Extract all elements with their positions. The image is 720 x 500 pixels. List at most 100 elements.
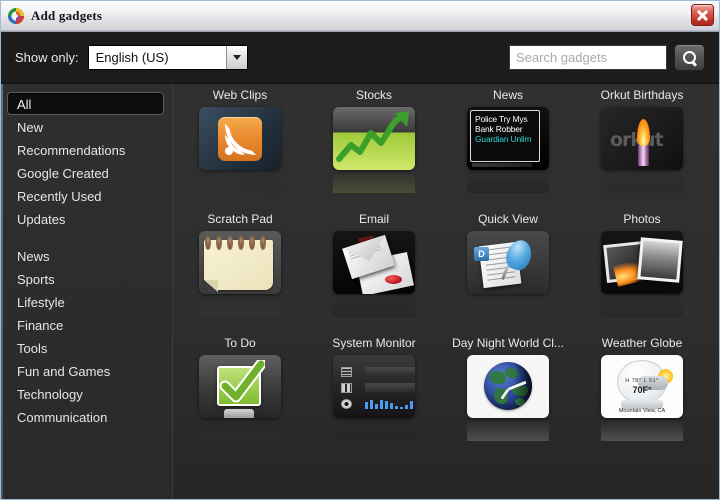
- sidebar-item-updates[interactable]: Updates: [7, 207, 164, 230]
- thumbnail-reflection: [467, 295, 549, 317]
- gadget-title: Photos: [623, 212, 661, 226]
- gadget-card-photos[interactable]: Photos: [575, 212, 709, 336]
- gadget-thumbnail-holder: [199, 231, 281, 317]
- sidebar-item-news[interactable]: News: [7, 244, 164, 267]
- gadget-title: Day Night World Cl...: [452, 336, 564, 350]
- gadget-thumbnail-orkut-birthdays: orkut: [601, 107, 683, 170]
- sidebar-item-recently-used[interactable]: Recently Used: [7, 184, 164, 207]
- gadget-thumbnail-holder: [601, 231, 683, 317]
- gadget-card-quick-view[interactable]: Quick View D: [441, 212, 575, 336]
- gadget-grid: Web Clips Stocks News Police Try Mys Ban…: [173, 84, 719, 499]
- gadget-thumbnail-system-monitor: [333, 355, 415, 418]
- sidebar-item-communication[interactable]: Communication: [7, 405, 164, 428]
- sidebar-item-fun-and-games[interactable]: Fun and Games: [7, 359, 164, 382]
- gadget-title: Quick View: [478, 212, 538, 226]
- news-source: Guardian Unlim: [475, 134, 532, 144]
- sidebar-item-label: News: [17, 249, 50, 264]
- sidebar-item-label: Lifestyle: [17, 295, 65, 310]
- wax-seal-icon: [385, 275, 402, 284]
- flame-icon: [637, 119, 650, 146]
- sidebar-divider: [7, 230, 172, 244]
- sidebar-item-google-created[interactable]: Google Created: [7, 161, 164, 184]
- weather-city: Mountain View, CA: [618, 408, 666, 414]
- gadget-thumbnail-holder: orkut: [601, 107, 683, 193]
- language-select-value: English (US): [95, 50, 169, 65]
- sidebar-item-label: New: [17, 120, 44, 135]
- news-headline-card: Police Try Mys Bank Robber Guardian Unli…: [470, 110, 540, 162]
- add-gadgets-window: Add gadgets Show only: English (US) All …: [0, 0, 720, 500]
- gadget-thumbnail-holder: [199, 107, 281, 193]
- gadget-title: News: [492, 88, 523, 102]
- sidebar-item-all[interactable]: All: [7, 92, 164, 115]
- photo-frame-icon: [637, 237, 683, 283]
- thumbnail-reflection: [601, 171, 683, 193]
- thumbnail-reflection: [199, 419, 281, 441]
- sidebar-item-label: Fun and Games: [17, 364, 111, 379]
- show-only-label: Show only:: [15, 50, 79, 65]
- search-button[interactable]: [674, 44, 705, 71]
- language-select[interactable]: English (US): [87, 45, 248, 70]
- search-input[interactable]: [509, 45, 667, 70]
- snow-globe-icon: H 78° L 51° 70F°: [617, 360, 673, 404]
- gadget-title: Orkut Birthdays: [600, 88, 684, 102]
- gadget-thumbnail-email: [333, 231, 415, 294]
- cpu-usage-bar: [365, 367, 415, 376]
- gadget-thumbnail-photos: [601, 231, 683, 294]
- gadget-title: Web Clips: [212, 88, 268, 102]
- gadget-card-scratch-pad[interactable]: Scratch Pad: [173, 212, 307, 336]
- sidebar-item-finance[interactable]: Finance: [7, 313, 164, 336]
- thumbnail-reflection: [601, 419, 683, 441]
- sidebar-item-label: Technology: [17, 387, 83, 402]
- gadget-thumbnail-holder: D: [467, 231, 549, 317]
- thumbnail-reflection: [333, 419, 415, 441]
- gadget-title: Email: [358, 212, 389, 226]
- gadget-thumbnail-holder: H 78° L 51° 70F° Mountain View, CA: [601, 355, 683, 441]
- thumbnail-reflection: [601, 295, 683, 317]
- gadget-card-orkut-birthdays[interactable]: Orkut Birthdays orkut: [575, 88, 709, 212]
- gadget-title: Weather Globe: [601, 336, 683, 350]
- gadget-thumbnail-holder: [199, 355, 281, 441]
- sidebar-item-sports[interactable]: Sports: [7, 267, 164, 290]
- toolbar: Show only: English (US): [1, 32, 719, 84]
- thumbnail-reflection: [467, 171, 549, 193]
- category-sidebar: All New Recommendations Google Created R…: [1, 84, 173, 499]
- gadget-thumbnail-holder: [333, 355, 415, 441]
- gadget-thumbnail-holder: [333, 107, 415, 193]
- close-button[interactable]: [691, 4, 714, 26]
- sidebar-item-label: Finance: [17, 318, 64, 333]
- gadget-card-system-monitor[interactable]: System Monitor: [307, 336, 441, 460]
- gadget-thumbnail-scratch-pad: [199, 231, 281, 294]
- gadget-thumbnail-holder: Police Try Mys Bank Robber Guardian Unli…: [467, 107, 549, 193]
- thumbnail-reflection: [467, 419, 549, 441]
- thumbnail-reflection: [333, 171, 415, 193]
- window-title: Add gadgets: [31, 8, 103, 23]
- sidebar-item-label: Tools: [17, 341, 48, 356]
- gadget-card-email[interactable]: Email: [307, 212, 441, 336]
- gadget-card-to-do[interactable]: To Do: [173, 336, 307, 460]
- gadget-thumbnail-quick-view: D: [467, 231, 549, 294]
- gadget-card-day-night-world-clock[interactable]: Day Night World Cl...: [441, 336, 575, 460]
- news-progress-bar: [472, 163, 532, 167]
- gadget-title: System Monitor: [332, 336, 416, 350]
- gadget-thumbnail-holder: [467, 355, 549, 441]
- gadget-thumbnail-web-clips: [199, 107, 281, 170]
- sidebar-item-technology[interactable]: Technology: [7, 382, 164, 405]
- sidebar-item-label: All: [17, 97, 32, 112]
- sidebar-item-recommendations[interactable]: Recommendations: [7, 138, 164, 161]
- sidebar-item-new[interactable]: New: [7, 115, 164, 138]
- gadget-card-news[interactable]: News Police Try Mys Bank Robber Guardian…: [441, 88, 575, 212]
- gadget-card-stocks[interactable]: Stocks: [307, 88, 441, 212]
- google-desktop-swirl-icon: [7, 7, 25, 25]
- gadget-card-web-clips[interactable]: Web Clips: [173, 88, 307, 212]
- cpu-icon: [341, 367, 352, 377]
- window-body: All New Recommendations Google Created R…: [1, 84, 719, 499]
- sidebar-item-lifestyle[interactable]: Lifestyle: [7, 290, 164, 313]
- gadget-row: To Do System Monitor Day Night World Cl.…: [173, 336, 719, 460]
- chevron-down-icon: [225, 46, 247, 69]
- gadget-card-weather-globe[interactable]: Weather Globe H 78° L 51° 70F° Mountain …: [575, 336, 709, 460]
- candle-icon: [638, 144, 649, 166]
- sidebar-item-tools[interactable]: Tools: [7, 336, 164, 359]
- checkmark-icon: [217, 358, 267, 406]
- search-icon: [682, 50, 697, 65]
- gadget-title: To Do: [224, 336, 256, 350]
